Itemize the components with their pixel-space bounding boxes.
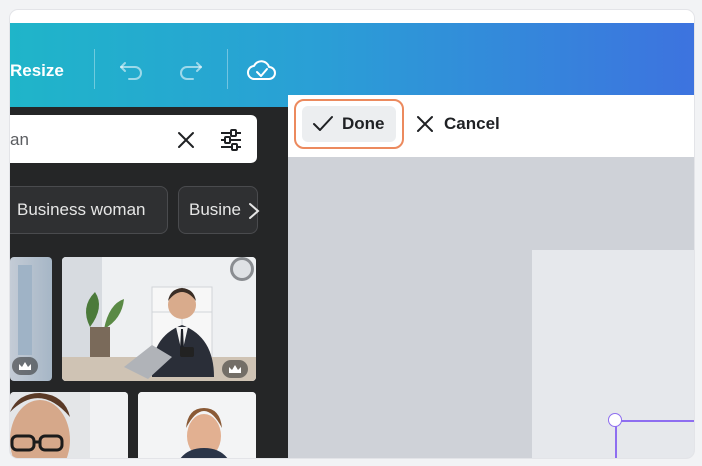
photo-thumbnail[interactable] [10, 257, 52, 381]
crown-icon [12, 357, 38, 375]
search-box[interactable]: an [10, 115, 257, 163]
cancel-button[interactable]: Cancel [416, 108, 500, 140]
crown-icon [222, 360, 248, 378]
resize-handle[interactable] [608, 413, 622, 427]
chevron-right-icon[interactable] [244, 199, 264, 223]
side-panel: an Business woman Busine [10, 107, 288, 458]
undo-icon[interactable] [116, 54, 148, 86]
filter-sliders-icon[interactable] [218, 127, 244, 153]
suggestion-chip[interactable]: Business woman [10, 186, 168, 234]
toolbar-divider [227, 49, 228, 89]
close-icon[interactable] [173, 127, 199, 153]
app-window: Resize an Business woman Busine Done Can… [10, 10, 694, 458]
cancel-label: Cancel [444, 114, 500, 133]
done-button[interactable]: Done [302, 106, 396, 142]
photo-thumbnail[interactable] [62, 257, 256, 381]
chip-label: Business woman [17, 200, 146, 219]
close-icon [417, 116, 433, 132]
design-canvas-area [288, 107, 694, 458]
crop-edit-bar: Done Cancel [288, 95, 694, 157]
selection-outline [615, 420, 694, 458]
done-label: Done [342, 114, 385, 133]
cloud-saved-icon[interactable] [246, 54, 278, 86]
photo-thumbnail[interactable] [10, 392, 128, 458]
photo-thumbnail[interactable] [138, 392, 256, 458]
toolbar-divider [94, 49, 95, 89]
search-input[interactable]: an [10, 130, 29, 150]
chip-label: Busine [189, 200, 241, 219]
done-button-highlight: Done [294, 99, 404, 149]
redo-icon[interactable] [174, 54, 206, 86]
checkmark-icon [313, 116, 333, 131]
resize-button[interactable]: Resize [10, 61, 64, 81]
